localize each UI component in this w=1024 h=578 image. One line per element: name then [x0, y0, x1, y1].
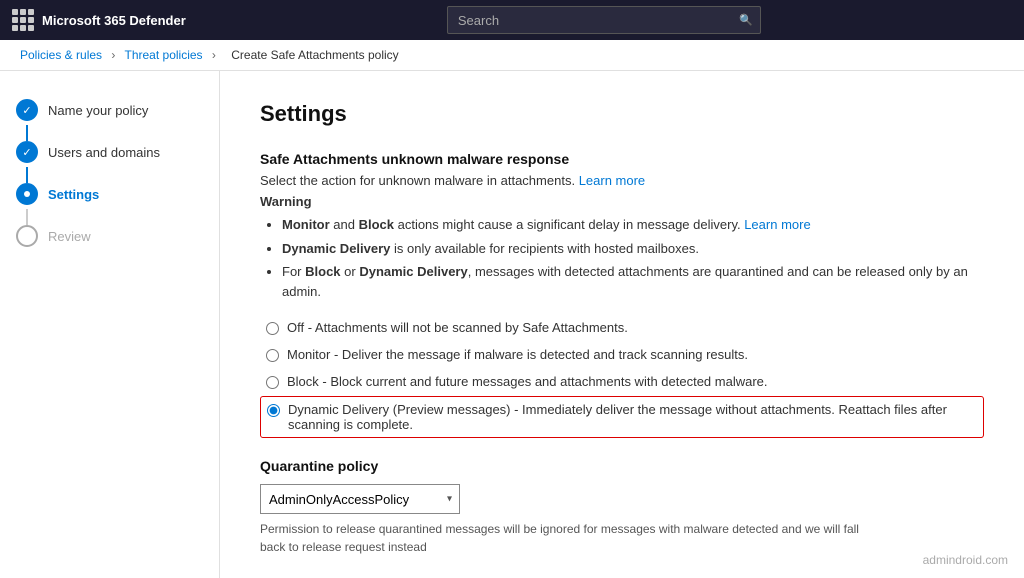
step-name-policy[interactable]: ✓ Name your policy [16, 99, 203, 121]
checkmark-icon-1: ✓ [22, 104, 31, 117]
step-review[interactable]: Review [16, 225, 203, 247]
warning-item-2: Dynamic Delivery is only available for r… [282, 239, 984, 259]
learn-more-link-1[interactable]: Learn more [579, 173, 645, 188]
dot-icon-3 [24, 191, 30, 197]
topbar: Microsoft 365 Defender [0, 0, 1024, 40]
step-settings[interactable]: Settings [16, 183, 203, 205]
radio-input-block[interactable] [266, 376, 279, 389]
radio-block[interactable]: Block - Block current and future message… [260, 369, 984, 394]
step-circle-1: ✓ [16, 99, 38, 121]
malware-section-title: Safe Attachments unknown malware respons… [260, 151, 984, 167]
breadcrumb-current: Create Safe Attachments policy [231, 48, 398, 62]
quarantine-note: Permission to release quarantined messag… [260, 520, 880, 556]
radio-monitor[interactable]: Monitor - Deliver the message if malware… [260, 342, 984, 367]
step-label-4: Review [48, 229, 91, 244]
search-input[interactable] [447, 6, 761, 34]
radio-label-block: Block - Block current and future message… [287, 374, 768, 389]
malware-response-section: Safe Attachments unknown malware respons… [260, 151, 984, 438]
search-wrapper [447, 6, 761, 34]
steps-wrapper: ✓ Name your policy ✓ Users and domains S… [16, 95, 203, 247]
step-label-3: Settings [48, 187, 99, 202]
connector-3 [26, 209, 28, 225]
radio-dynamic[interactable]: Dynamic Delivery (Preview messages) - Im… [260, 396, 984, 438]
warning-label: Warning [260, 194, 984, 209]
step-label-1: Name your policy [48, 103, 148, 118]
warning-item-1: Monitor and Block actions might cause a … [282, 215, 984, 235]
learn-more-link-2[interactable]: Learn more [744, 217, 810, 232]
warning-list: Monitor and Block actions might cause a … [260, 215, 984, 301]
radio-group-malware: Off - Attachments will not be scanned by… [260, 315, 984, 438]
watermark: admindroid.com [923, 553, 1008, 567]
content-area: Settings Safe Attachments unknown malwar… [220, 71, 1024, 578]
step-label-2: Users and domains [48, 145, 160, 160]
grid-icon [12, 9, 34, 31]
radio-label-dynamic: Dynamic Delivery (Preview messages) - Im… [288, 402, 977, 432]
quarantine-title: Quarantine policy [260, 458, 984, 474]
step-circle-3 [16, 183, 38, 205]
step-users-domains[interactable]: ✓ Users and domains [16, 141, 203, 163]
warning-item-3: For Block or Dynamic Delivery, messages … [282, 262, 984, 301]
app-title: Microsoft 365 Defender [42, 13, 186, 28]
connector-1 [26, 125, 28, 141]
radio-input-dynamic[interactable] [267, 404, 280, 417]
radio-input-monitor[interactable] [266, 349, 279, 362]
malware-section-desc: Select the action for unknown malware in… [260, 173, 984, 188]
sidebar: ✓ Name your policy ✓ Users and domains S… [0, 71, 220, 578]
step-circle-4 [16, 225, 38, 247]
breadcrumb: Policies & rules › Threat policies › Cre… [0, 40, 1024, 71]
page-title: Settings [260, 101, 984, 127]
step-circle-2: ✓ [16, 141, 38, 163]
connector-2 [26, 167, 28, 183]
breadcrumb-threat[interactable]: Threat policies [125, 48, 203, 62]
quarantine-select[interactable]: AdminOnlyAccessPolicy DefaultFullAccessP… [260, 484, 460, 514]
breadcrumb-policies[interactable]: Policies & rules [20, 48, 102, 62]
quarantine-section: Quarantine policy AdminOnlyAccessPolicy … [260, 458, 984, 556]
breadcrumb-sep-2: › [212, 48, 216, 62]
quarantine-select-wrap: AdminOnlyAccessPolicy DefaultFullAccessP… [260, 484, 460, 514]
radio-off[interactable]: Off - Attachments will not be scanned by… [260, 315, 984, 340]
radio-label-off: Off - Attachments will not be scanned by… [287, 320, 628, 335]
app-logo: Microsoft 365 Defender [12, 9, 186, 31]
checkmark-icon-2: ✓ [22, 146, 31, 159]
radio-input-off[interactable] [266, 322, 279, 335]
main-layout: ✓ Name your policy ✓ Users and domains S… [0, 71, 1024, 578]
radio-label-monitor: Monitor - Deliver the message if malware… [287, 347, 748, 362]
breadcrumb-sep-1: › [111, 48, 115, 62]
